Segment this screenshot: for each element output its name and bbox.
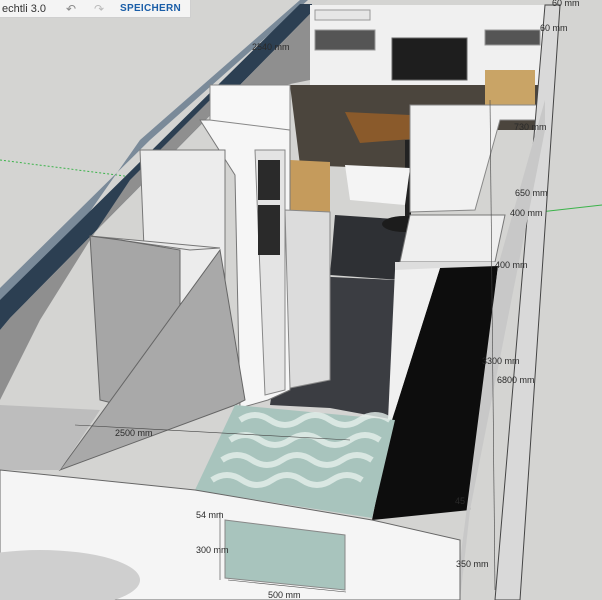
dim-label: 54 mm <box>196 510 224 520</box>
green-axis-right <box>539 204 602 213</box>
dim-label: 350 mm <box>456 559 489 569</box>
dim-label: 60 mm <box>540 23 568 33</box>
dim-label: 730 mm <box>514 122 547 132</box>
dim-label: 60 mm <box>552 0 580 8</box>
shelf-niche-right <box>484 29 541 46</box>
dim-label: 6800 mm <box>497 375 535 385</box>
counter-block <box>399 214 506 263</box>
dim-label: 2500 mm <box>115 428 153 438</box>
3d-viewport[interactable]: 60 mm 60 mm 2540 mm 730 mm 650 mm 400 mm… <box>0 0 602 600</box>
shelf-niche <box>314 29 376 51</box>
cushion <box>485 70 535 110</box>
green-axis <box>0 159 141 179</box>
dim-label: 400 mm <box>510 208 543 218</box>
dim-label: 3300 mm <box>482 356 520 366</box>
dim-label: 500 mm <box>268 590 301 600</box>
cabinet-door <box>314 9 371 21</box>
oven <box>258 160 280 200</box>
microwave <box>258 205 280 255</box>
dim-label: 650 mm <box>515 188 548 198</box>
dim-label: 2540 mm <box>252 42 290 52</box>
bench-base <box>345 165 410 205</box>
dim-label: 300 mm <box>196 545 229 555</box>
dim-label: 45 <box>455 496 465 506</box>
kitchen-drawers <box>284 209 331 389</box>
dim-label: 400 mm <box>495 260 528 270</box>
tv-screen <box>391 37 468 81</box>
